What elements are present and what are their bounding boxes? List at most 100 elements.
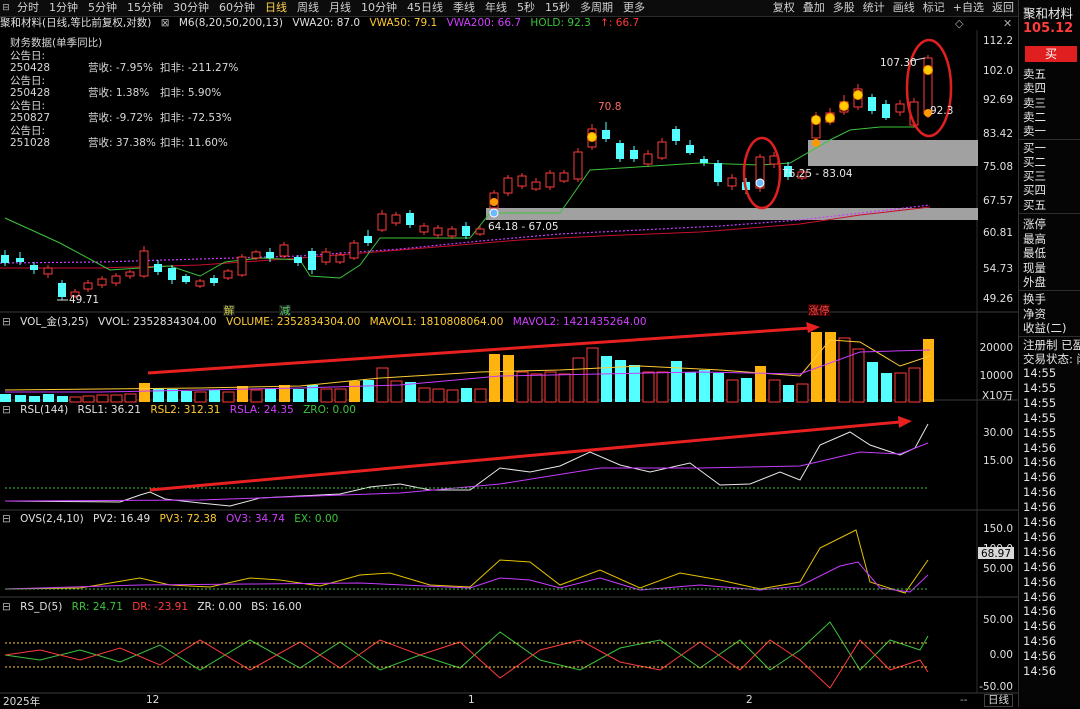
volume-bar xyxy=(601,356,612,402)
volume-bar xyxy=(418,387,431,403)
volume-bar xyxy=(489,354,500,402)
volume-bar xyxy=(530,373,543,403)
rsla-value: RSLA: 24.35 xyxy=(229,404,294,416)
collapse-vol-icon[interactable]: ⊟ xyxy=(2,316,11,328)
collapse-rsl-icon[interactable]: ⊟ xyxy=(2,404,11,416)
trade-time: 14:56 xyxy=(1023,574,1057,589)
stat-label: 交易状态: 闭 xyxy=(1023,352,1080,367)
volume-bar xyxy=(153,388,164,402)
candle-body xyxy=(58,283,66,297)
rsd-panel-label: ⊟ RS_D(5) RR: 24.71 DR: -23.91 ZR: 0.00 … xyxy=(2,601,308,614)
candle-body xyxy=(602,130,610,139)
volume-bar xyxy=(461,388,472,402)
candle-body xyxy=(391,214,401,224)
candle-body xyxy=(111,275,121,284)
candle-body xyxy=(727,177,737,187)
volume-bar xyxy=(237,386,248,402)
vol-panel-label: ⊟ VOL_金(3,25) VVOL: 2352834304.00 VOLUME… xyxy=(2,316,653,329)
stat-label: 最高 xyxy=(1023,231,1046,246)
price-tick: 83.42 xyxy=(983,128,1013,140)
candle-body xyxy=(545,172,555,188)
stat-label: 涨停 xyxy=(1023,217,1046,231)
volume-bar xyxy=(503,355,514,402)
trade-time: 14:56 xyxy=(1023,664,1057,678)
period-button[interactable]: 日线 xyxy=(984,694,1013,707)
volume-bar xyxy=(209,390,220,402)
hold-small-label: 92.3 xyxy=(930,105,953,117)
zone-label-2: 76.25 - 83.04 xyxy=(782,168,853,180)
price-tick: 112.2 xyxy=(983,35,1013,47)
volume-bar xyxy=(768,379,781,403)
candle-body xyxy=(769,155,779,165)
price-tick: 102.0 xyxy=(983,65,1013,77)
trade-time: 14:55 xyxy=(1023,395,1057,410)
volume-bar xyxy=(685,372,696,402)
ov3-value: OV3: 34.74 xyxy=(226,513,285,525)
volume-bar xyxy=(867,362,878,402)
ovs-tick: 50.00 xyxy=(983,563,1013,575)
volume-bar xyxy=(15,395,26,402)
candle-body xyxy=(294,257,302,263)
trade-time: 14:55 xyxy=(1023,410,1057,425)
stat-label: 换手 xyxy=(1023,292,1046,306)
trend-arrow-head-icon xyxy=(806,322,820,333)
trade-time: 14:56 xyxy=(1023,470,1057,485)
candle-body xyxy=(868,97,876,111)
ovs-panel-label: ⊟ OVS(2,4,10) PV2: 16.49 PV3: 72.38 OV3:… xyxy=(2,513,344,526)
volume-bar xyxy=(69,396,82,403)
vol-name: VOL_金(3,25) xyxy=(20,316,89,328)
price-tick: 75.08 xyxy=(983,161,1013,173)
dr-value: DR: -23.91 xyxy=(132,601,188,613)
trade-time: 14:56 xyxy=(1023,559,1057,574)
buy-marker-icon xyxy=(853,90,863,100)
candle-body xyxy=(700,159,708,163)
candle-body xyxy=(251,251,261,259)
scroll-handle[interactable]: -- xyxy=(960,694,968,706)
buy-marker-icon xyxy=(811,115,821,125)
trade-time: 14:56 xyxy=(1023,485,1057,500)
volume-bar xyxy=(279,385,290,402)
mavol1-value: MAVOL1: 1810808064.00 xyxy=(369,316,504,328)
candle-body xyxy=(573,151,583,180)
pv3-value: PV3: 72.38 xyxy=(159,513,217,525)
tag-zhangting: 涨停 xyxy=(809,304,830,317)
rsl-tick: 15.00 xyxy=(983,455,1013,467)
vol-tick: 20000 xyxy=(980,342,1013,354)
candle-body xyxy=(349,242,359,259)
rsla-line xyxy=(4,442,929,502)
date-axis: 2025年 12 1 2 -- 日线 xyxy=(0,694,1018,708)
collapse-ovs-icon[interactable]: ⊟ xyxy=(2,513,11,525)
candle-body xyxy=(364,236,372,243)
volume-bar xyxy=(320,388,333,403)
ex-value: EX: 0.00 xyxy=(294,513,339,525)
vol-unit: X10万 xyxy=(982,390,1013,402)
high-label-2: 107.30 xyxy=(880,57,917,69)
rsl2-value: RSL2: 312.31 xyxy=(150,404,221,416)
candle-body xyxy=(630,150,638,159)
zone-label-1: 64.18 - 67.05 xyxy=(488,221,559,233)
price-tick: 60.81 xyxy=(983,227,1013,239)
volume-bar xyxy=(57,396,68,402)
volume-bar xyxy=(349,381,360,402)
candle-body xyxy=(279,244,289,257)
volume-bar xyxy=(405,382,416,402)
trade-time: 14:56 xyxy=(1023,529,1057,544)
buy-button[interactable]: 买 xyxy=(1025,46,1077,62)
low-label: 49.71 xyxy=(69,294,99,306)
stat-label: 收益(二) xyxy=(1023,321,1067,336)
candle-body xyxy=(168,268,176,280)
volume-bar xyxy=(894,372,907,403)
volume-bar xyxy=(265,389,276,402)
trade-time: 14:56 xyxy=(1023,634,1057,649)
divider xyxy=(1019,213,1080,214)
volume-bar xyxy=(908,367,921,403)
trade-time: 14:56 xyxy=(1023,500,1057,515)
trade-time: 14:56 xyxy=(1023,440,1057,455)
date-label-feb: 2 xyxy=(746,694,753,706)
candle-body xyxy=(83,282,93,290)
collapse-rsd-icon[interactable]: ⊟ xyxy=(2,601,11,613)
rsd-tick: 0.00 xyxy=(990,649,1013,661)
trade-time: 14:56 xyxy=(1023,619,1057,634)
stat-label: 现量 xyxy=(1023,260,1046,275)
trade-time: 14:56 xyxy=(1023,515,1057,529)
